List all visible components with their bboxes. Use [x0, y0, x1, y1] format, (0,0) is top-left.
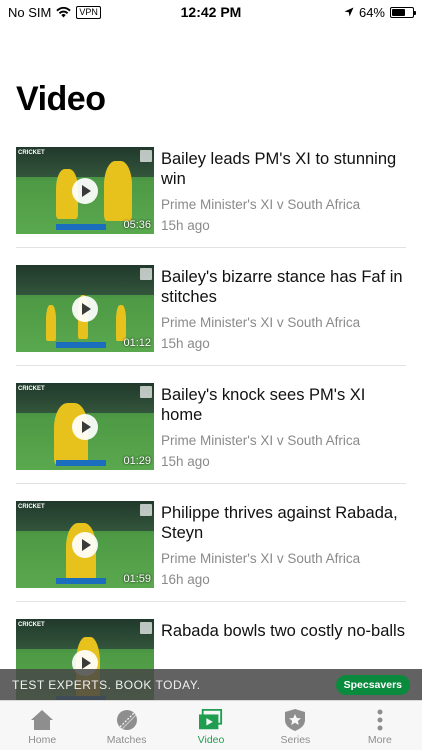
shield-star-icon — [283, 708, 307, 732]
video-duration: 01:29 — [123, 455, 151, 467]
video-title[interactable]: Bailey's knock sees PM's XI home — [161, 385, 406, 425]
tab-label: Video — [197, 734, 225, 746]
tab-home[interactable]: Home — [0, 701, 84, 750]
video-duration: 01:12 — [123, 337, 151, 349]
broadcaster-logo — [140, 386, 152, 398]
thumbnail-ticker — [56, 342, 106, 348]
battery-icon — [390, 6, 416, 18]
video-title[interactable]: Rabada bowls two costly no-balls — [161, 621, 406, 641]
cricket-ball-icon — [115, 708, 139, 732]
video-list-item[interactable]: 01:12 Bailey's bizarre stance has Faf in … — [16, 248, 406, 366]
video-icon — [199, 708, 223, 732]
tab-label: Series — [280, 734, 311, 746]
video-info: Bailey's bizarre stance has Faf in stitc… — [161, 267, 406, 351]
broadcaster-logo — [140, 150, 152, 162]
broadcaster-logo — [140, 268, 152, 280]
home-icon — [30, 708, 54, 732]
battery-percent: 64% — [358, 4, 385, 20]
video-info: Rabada bowls two costly no-balls — [161, 621, 406, 641]
video-series: Prime Minister's XI v South Africa — [161, 551, 361, 566]
video-age: 15h ago — [161, 336, 210, 351]
ad-text: TEST EXPERTS. BOOK TODAY. — [12, 677, 201, 692]
status-bar: No SIM VPN 12:42 PM 64% — [0, 0, 422, 24]
thumbnail-player — [116, 305, 126, 341]
video-list-item[interactable]: CRICKET 05:36 Bailey leads PM's XI to stun… — [16, 130, 406, 248]
video-title[interactable]: Bailey's bizarre stance has Faf in stitc… — [161, 267, 406, 307]
thumbnail-ticker — [56, 224, 106, 230]
tab-label: Matches — [106, 734, 147, 746]
play-icon[interactable] — [72, 177, 98, 204]
video-info: Bailey leads PM's XI to stunning win Prim… — [161, 149, 406, 233]
thumbnail-logo: CRICKET — [18, 504, 45, 510]
vpn-badge: VPN — [76, 5, 101, 19]
thumbnail-logo: CRICKET — [18, 150, 45, 156]
ad-brand-logo: Specsavers — [335, 674, 410, 695]
tab-bar: Home Matches Video Series More — [0, 700, 422, 750]
broadcaster-logo — [140, 622, 152, 634]
video-thumbnail[interactable]: CRICKET 01:59 — [16, 501, 154, 588]
video-title[interactable]: Bailey leads PM's XI to stunning win — [161, 149, 406, 189]
video-age: 15h ago — [161, 454, 210, 469]
video-list: CRICKET 05:36 Bailey leads PM's XI to stun… — [0, 130, 422, 720]
play-icon[interactable] — [72, 413, 98, 440]
video-age: 16h ago — [161, 572, 210, 587]
tab-matches[interactable]: Matches — [84, 701, 168, 750]
video-info: Bailey's knock sees PM's XI home Prime Mi… — [161, 385, 406, 469]
page-title: Video — [16, 80, 106, 118]
carrier-label: No SIM — [8, 4, 52, 20]
thumbnail-logo: CRICKET — [18, 622, 45, 628]
wifi-icon — [56, 6, 72, 17]
thumbnail-ticker — [56, 460, 106, 466]
status-left: No SIM VPN — [8, 5, 101, 20]
thumbnail-crowd — [16, 265, 154, 295]
video-series: Prime Minister's XI v South Africa — [161, 315, 361, 330]
thumbnail-ticker — [56, 578, 106, 584]
location-arrow-icon — [344, 7, 354, 17]
tab-video[interactable]: Video — [169, 701, 253, 750]
thumbnail-player — [46, 305, 56, 341]
video-duration: 05:36 — [123, 219, 151, 231]
video-list-item[interactable]: CRICKET 01:59 Philippe thrives against Rab… — [16, 484, 406, 602]
thumbnail-player — [104, 161, 132, 221]
broadcaster-logo — [140, 504, 152, 516]
video-list-item[interactable]: CRICKET 01:29 Bailey's knock sees PM's XI … — [16, 366, 406, 484]
ad-banner[interactable]: TEST EXPERTS. BOOK TODAY. Specsavers — [0, 669, 422, 700]
play-icon[interactable] — [72, 531, 98, 558]
video-age: 15h ago — [161, 218, 210, 233]
more-dots-icon — [368, 708, 392, 732]
video-series: Prime Minister's XI v South Africa — [161, 433, 361, 448]
thumbnail-logo: CRICKET — [18, 386, 45, 392]
tab-series[interactable]: Series — [253, 701, 337, 750]
video-info: Philippe thrives against Rabada, Steyn Pr… — [161, 503, 406, 587]
video-thumbnail[interactable]: CRICKET 01:29 — [16, 383, 154, 470]
tab-label: More — [367, 734, 392, 746]
video-duration: 01:59 — [123, 573, 151, 585]
status-right: 64% — [344, 4, 416, 20]
tab-label: Home — [28, 734, 57, 746]
video-series: Prime Minister's XI v South Africa — [161, 197, 361, 212]
tab-more[interactable]: More — [338, 701, 422, 750]
video-title[interactable]: Philippe thrives against Rabada, Steyn — [161, 503, 406, 543]
battery-fill — [392, 8, 405, 16]
video-thumbnail[interactable]: CRICKET 05:36 — [16, 147, 154, 234]
play-icon[interactable] — [72, 295, 98, 322]
video-thumbnail[interactable]: 01:12 — [16, 265, 154, 352]
